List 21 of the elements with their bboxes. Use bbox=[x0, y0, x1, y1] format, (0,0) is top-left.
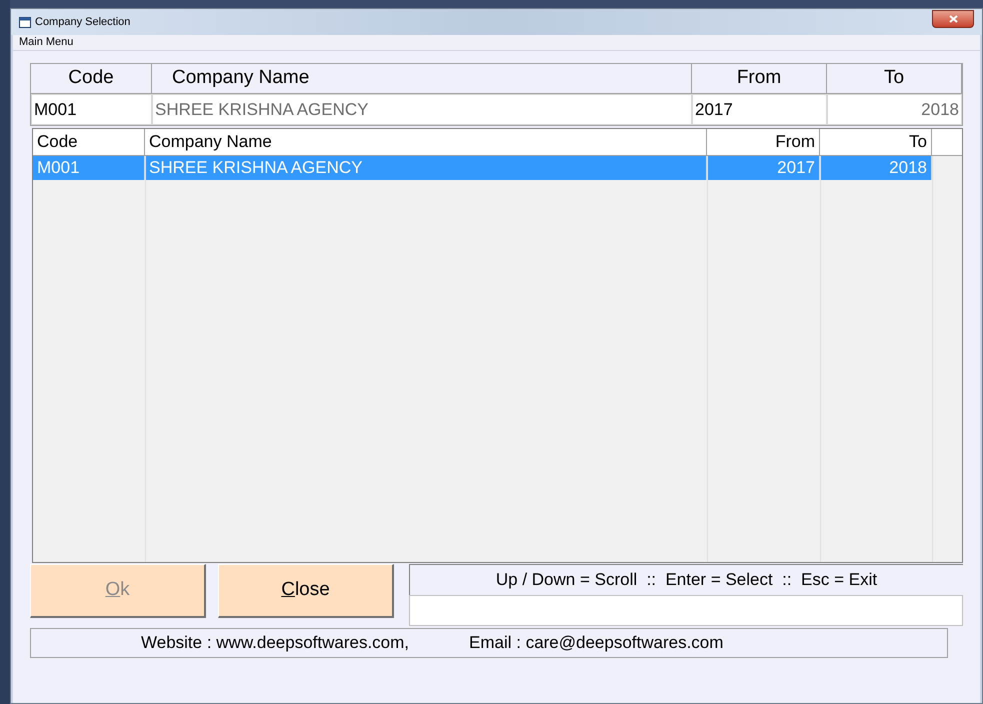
company-name-field[interactable]: SHREE KRISHNA AGENCY bbox=[152, 94, 692, 125]
to-field[interactable]: 2018 bbox=[827, 94, 962, 125]
table-cell: M001 bbox=[33, 156, 145, 180]
header-filler bbox=[932, 129, 962, 156]
window-icon bbox=[19, 16, 31, 28]
column-header[interactable]: From bbox=[707, 129, 820, 156]
column-header[interactable]: Code bbox=[33, 129, 145, 156]
menu-item[interactable]: Main Menu bbox=[17, 34, 76, 51]
close-button[interactable]: Close bbox=[218, 564, 394, 618]
table-cell: 2017 bbox=[707, 156, 820, 180]
column-header[interactable]: Company Name bbox=[145, 129, 707, 156]
close-button[interactable] bbox=[932, 10, 974, 28]
close-icon bbox=[948, 15, 958, 23]
from-field[interactable]: 2017 bbox=[692, 94, 827, 125]
website-text: Website : www.deepsoftwares.com, bbox=[141, 632, 410, 654]
code-field[interactable]: M001 bbox=[31, 94, 152, 125]
table-cell: 2018 bbox=[820, 156, 932, 180]
email-text: Email : care@deepsoftwares.com bbox=[469, 632, 724, 654]
table-cell: SHREE KRISHNA AGENCY bbox=[145, 156, 707, 180]
window-title: Company Selection bbox=[35, 14, 130, 30]
column-header[interactable]: To bbox=[820, 129, 932, 156]
